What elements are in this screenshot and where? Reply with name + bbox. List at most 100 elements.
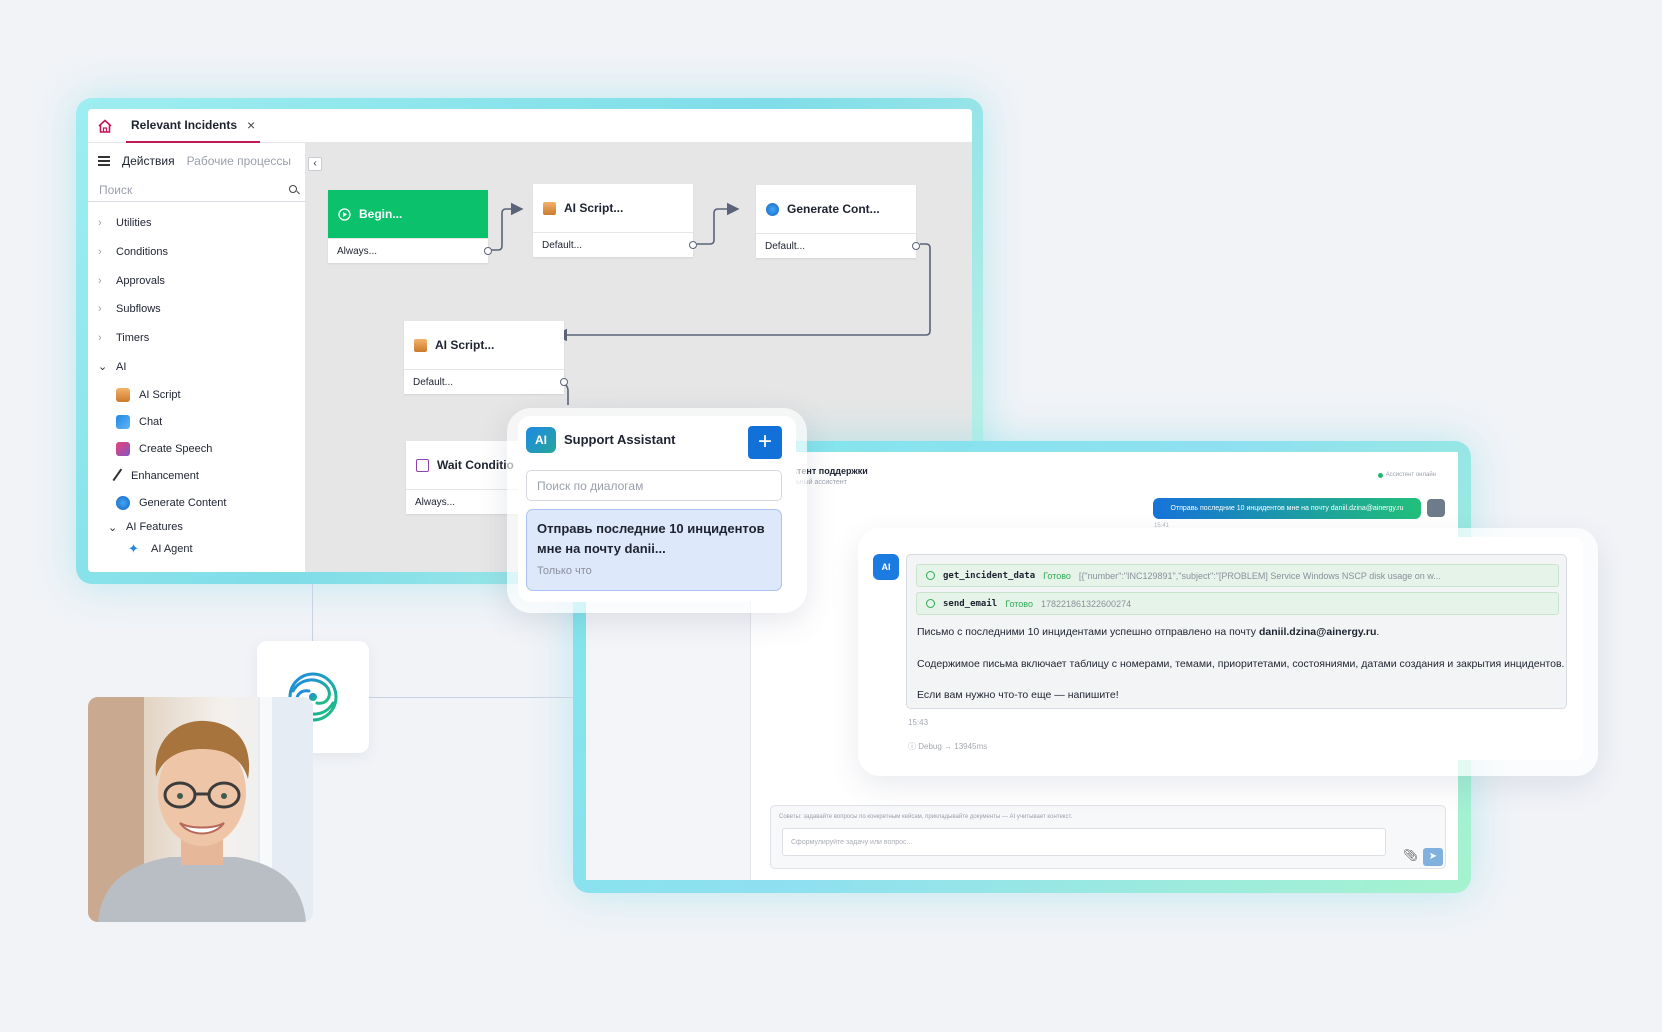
tree-item-label: Approvals: [116, 274, 165, 287]
node-begin[interactable]: Begin... Always...: [328, 190, 492, 263]
tree-item-ai-agent[interactable]: ✦ AI Agent: [88, 538, 306, 560]
answer-text: Письмо с последними 10 инцидентами успеш…: [917, 626, 1259, 638]
tool-name: get_incident_data: [943, 570, 1036, 581]
chevron-down-icon: ⌄: [98, 361, 108, 374]
tree-item-chat[interactable]: Chat: [88, 408, 306, 435]
node-ai-script-2[interactable]: AI Script... Default...: [404, 321, 568, 394]
search-input[interactable]: [99, 179, 279, 201]
tab-relevant-incidents[interactable]: Relevant Incidents ×: [126, 109, 261, 143]
tree-item-label: Subflows: [116, 303, 161, 316]
answer-paragraph: Если вам нужно что-то еще — напишите!: [917, 689, 1119, 701]
tree-item-label: AI Script: [139, 388, 181, 401]
email-link[interactable]: daniil.dzina@ainergy.ru: [1259, 626, 1376, 638]
support-assistant-popover: AI Support Assistant + Отправь последние…: [518, 416, 796, 602]
message-input[interactable]: [782, 828, 1386, 856]
tab-label: Relevant Incidents: [131, 118, 238, 132]
person-portrait-image: [88, 697, 313, 922]
node-title: Begin...: [328, 190, 488, 239]
sidebar-header: Действия Рабочие процессы: [88, 143, 306, 179]
answer-text: .: [1376, 626, 1380, 638]
ai-answer-card: AI get_incident_data Готово [{"number":"…: [865, 537, 1583, 760]
connector-line: [369, 697, 573, 698]
answer-paragraph: Содержимое письма включает таблицу с ном…: [917, 658, 1565, 670]
output-port[interactable]: [560, 378, 568, 386]
connector-line: [312, 584, 313, 641]
tree-item-ai-script[interactable]: AI Script: [88, 381, 306, 408]
send-button[interactable]: ➤: [1423, 848, 1443, 866]
scroll-icon: [543, 201, 556, 215]
node-port-row: Always...: [328, 239, 492, 263]
dialog-search-input[interactable]: [526, 470, 782, 501]
node-title-label: Begin...: [359, 207, 403, 221]
tree-item-label: Create Speech: [139, 442, 213, 455]
chat-icon: [116, 414, 130, 429]
tool-status: Готово: [1005, 598, 1033, 609]
chevron-right-icon: ›: [98, 274, 102, 287]
node-port-row: Default...: [756, 234, 920, 258]
tree-item-label: AI Features: [126, 521, 183, 534]
tree-item-conditions[interactable]: › Conditions: [88, 238, 306, 267]
tree-item-ai-features[interactable]: ⌄ AI Features: [88, 516, 306, 538]
node-generate-content[interactable]: Generate Cont... Default...: [756, 185, 920, 258]
tree-item-label: Utilities: [116, 217, 152, 230]
tree-item-label: Enhancement: [131, 469, 199, 482]
ai-badge: AI: [526, 427, 556, 453]
tree-item-enhancement[interactable]: Enhancement: [88, 462, 306, 489]
ai-avatar: AI: [873, 554, 899, 580]
close-icon[interactable]: ×: [247, 117, 255, 133]
chevron-right-icon: ›: [98, 246, 102, 259]
tab-workflows[interactable]: Рабочие процессы: [187, 154, 291, 168]
tree-item-timers[interactable]: › Timers: [88, 324, 306, 353]
output-port[interactable]: [484, 247, 492, 255]
search-icon[interactable]: [289, 185, 297, 193]
tool-payload: [{"number":"INC129891","subject":"[PROBL…: [1078, 570, 1441, 581]
node-port-row: Default...: [533, 233, 697, 257]
tree-item-ai[interactable]: ⌄ AI: [88, 352, 306, 381]
output-port[interactable]: [689, 241, 697, 249]
scroll-icon: [414, 338, 427, 352]
tool-status: Готово: [1043, 570, 1071, 581]
node-title: AI Script...: [404, 321, 564, 370]
actions-sidebar: Действия Рабочие процессы › Utilities › Co…: [88, 143, 306, 572]
node-title-label: Generate Cont...: [787, 202, 880, 216]
action-tree: › Utilities › Conditions › Approvals › Subfl…: [88, 209, 306, 560]
paperclip-icon[interactable]: 📎︎: [1403, 848, 1418, 862]
composer-hint: Советы: задавайте вопросы по конкретным …: [779, 814, 1073, 820]
status-label: Ассистент онлайн: [1385, 472, 1436, 478]
home-icon[interactable]: [97, 119, 113, 133]
tree-item-label: Timers: [116, 332, 150, 345]
sparkle-icon: ✦: [128, 541, 139, 557]
status-badge: Ассистент онлайн: [1377, 472, 1436, 478]
port-label: Default...: [542, 239, 583, 251]
brain-icon: [116, 495, 130, 510]
node-title-label: Wait Conditio: [437, 458, 514, 472]
menu-icon[interactable]: [98, 156, 110, 166]
tool-payload: 178221861322600274: [1040, 598, 1132, 609]
tree-item-label: Generate Content: [139, 496, 227, 509]
debug-link[interactable]: ⓘ Debug → 13945ms: [908, 741, 987, 752]
dialog-title: Отправь последние 10 инцидентов мне на п…: [537, 521, 765, 556]
tree-item-subflows[interactable]: › Subflows: [88, 295, 306, 324]
dialog-time: Только что: [537, 565, 592, 577]
node-title: Generate Cont...: [756, 185, 916, 234]
tab-actions[interactable]: Действия: [122, 154, 175, 168]
dialog-list-item[interactable]: Отправь последние 10 инцидентов мне на п…: [526, 509, 782, 591]
tab-bar: Relevant Incidents ×: [88, 109, 972, 143]
tool-call-row[interactable]: send_email Готово 178221861322600274: [916, 592, 1559, 615]
avatar: [1427, 499, 1445, 517]
new-dialog-button[interactable]: +: [748, 426, 782, 459]
port-label: Always...: [415, 496, 456, 508]
tool-call-row[interactable]: get_incident_data Готово [{"number":"INC…: [916, 564, 1559, 587]
speech-icon: [116, 441, 130, 456]
tree-item-create-speech[interactable]: Create Speech: [88, 435, 306, 462]
node-port-row: Default...: [404, 370, 568, 394]
tree-item-generate-content[interactable]: Generate Content: [88, 489, 306, 516]
output-port[interactable]: [912, 242, 920, 250]
sidebar-search: [88, 179, 306, 202]
tree-item-utilities[interactable]: › Utilities: [88, 209, 306, 238]
tree-item-approvals[interactable]: › Approvals: [88, 266, 306, 295]
node-title-label: AI Script...: [435, 338, 495, 352]
tree-item-label: Conditions: [116, 246, 168, 259]
answer-paragraph: Письмо с последними 10 инцидентами успеш…: [917, 626, 1379, 638]
node-ai-script[interactable]: AI Script... Default...: [533, 184, 697, 257]
